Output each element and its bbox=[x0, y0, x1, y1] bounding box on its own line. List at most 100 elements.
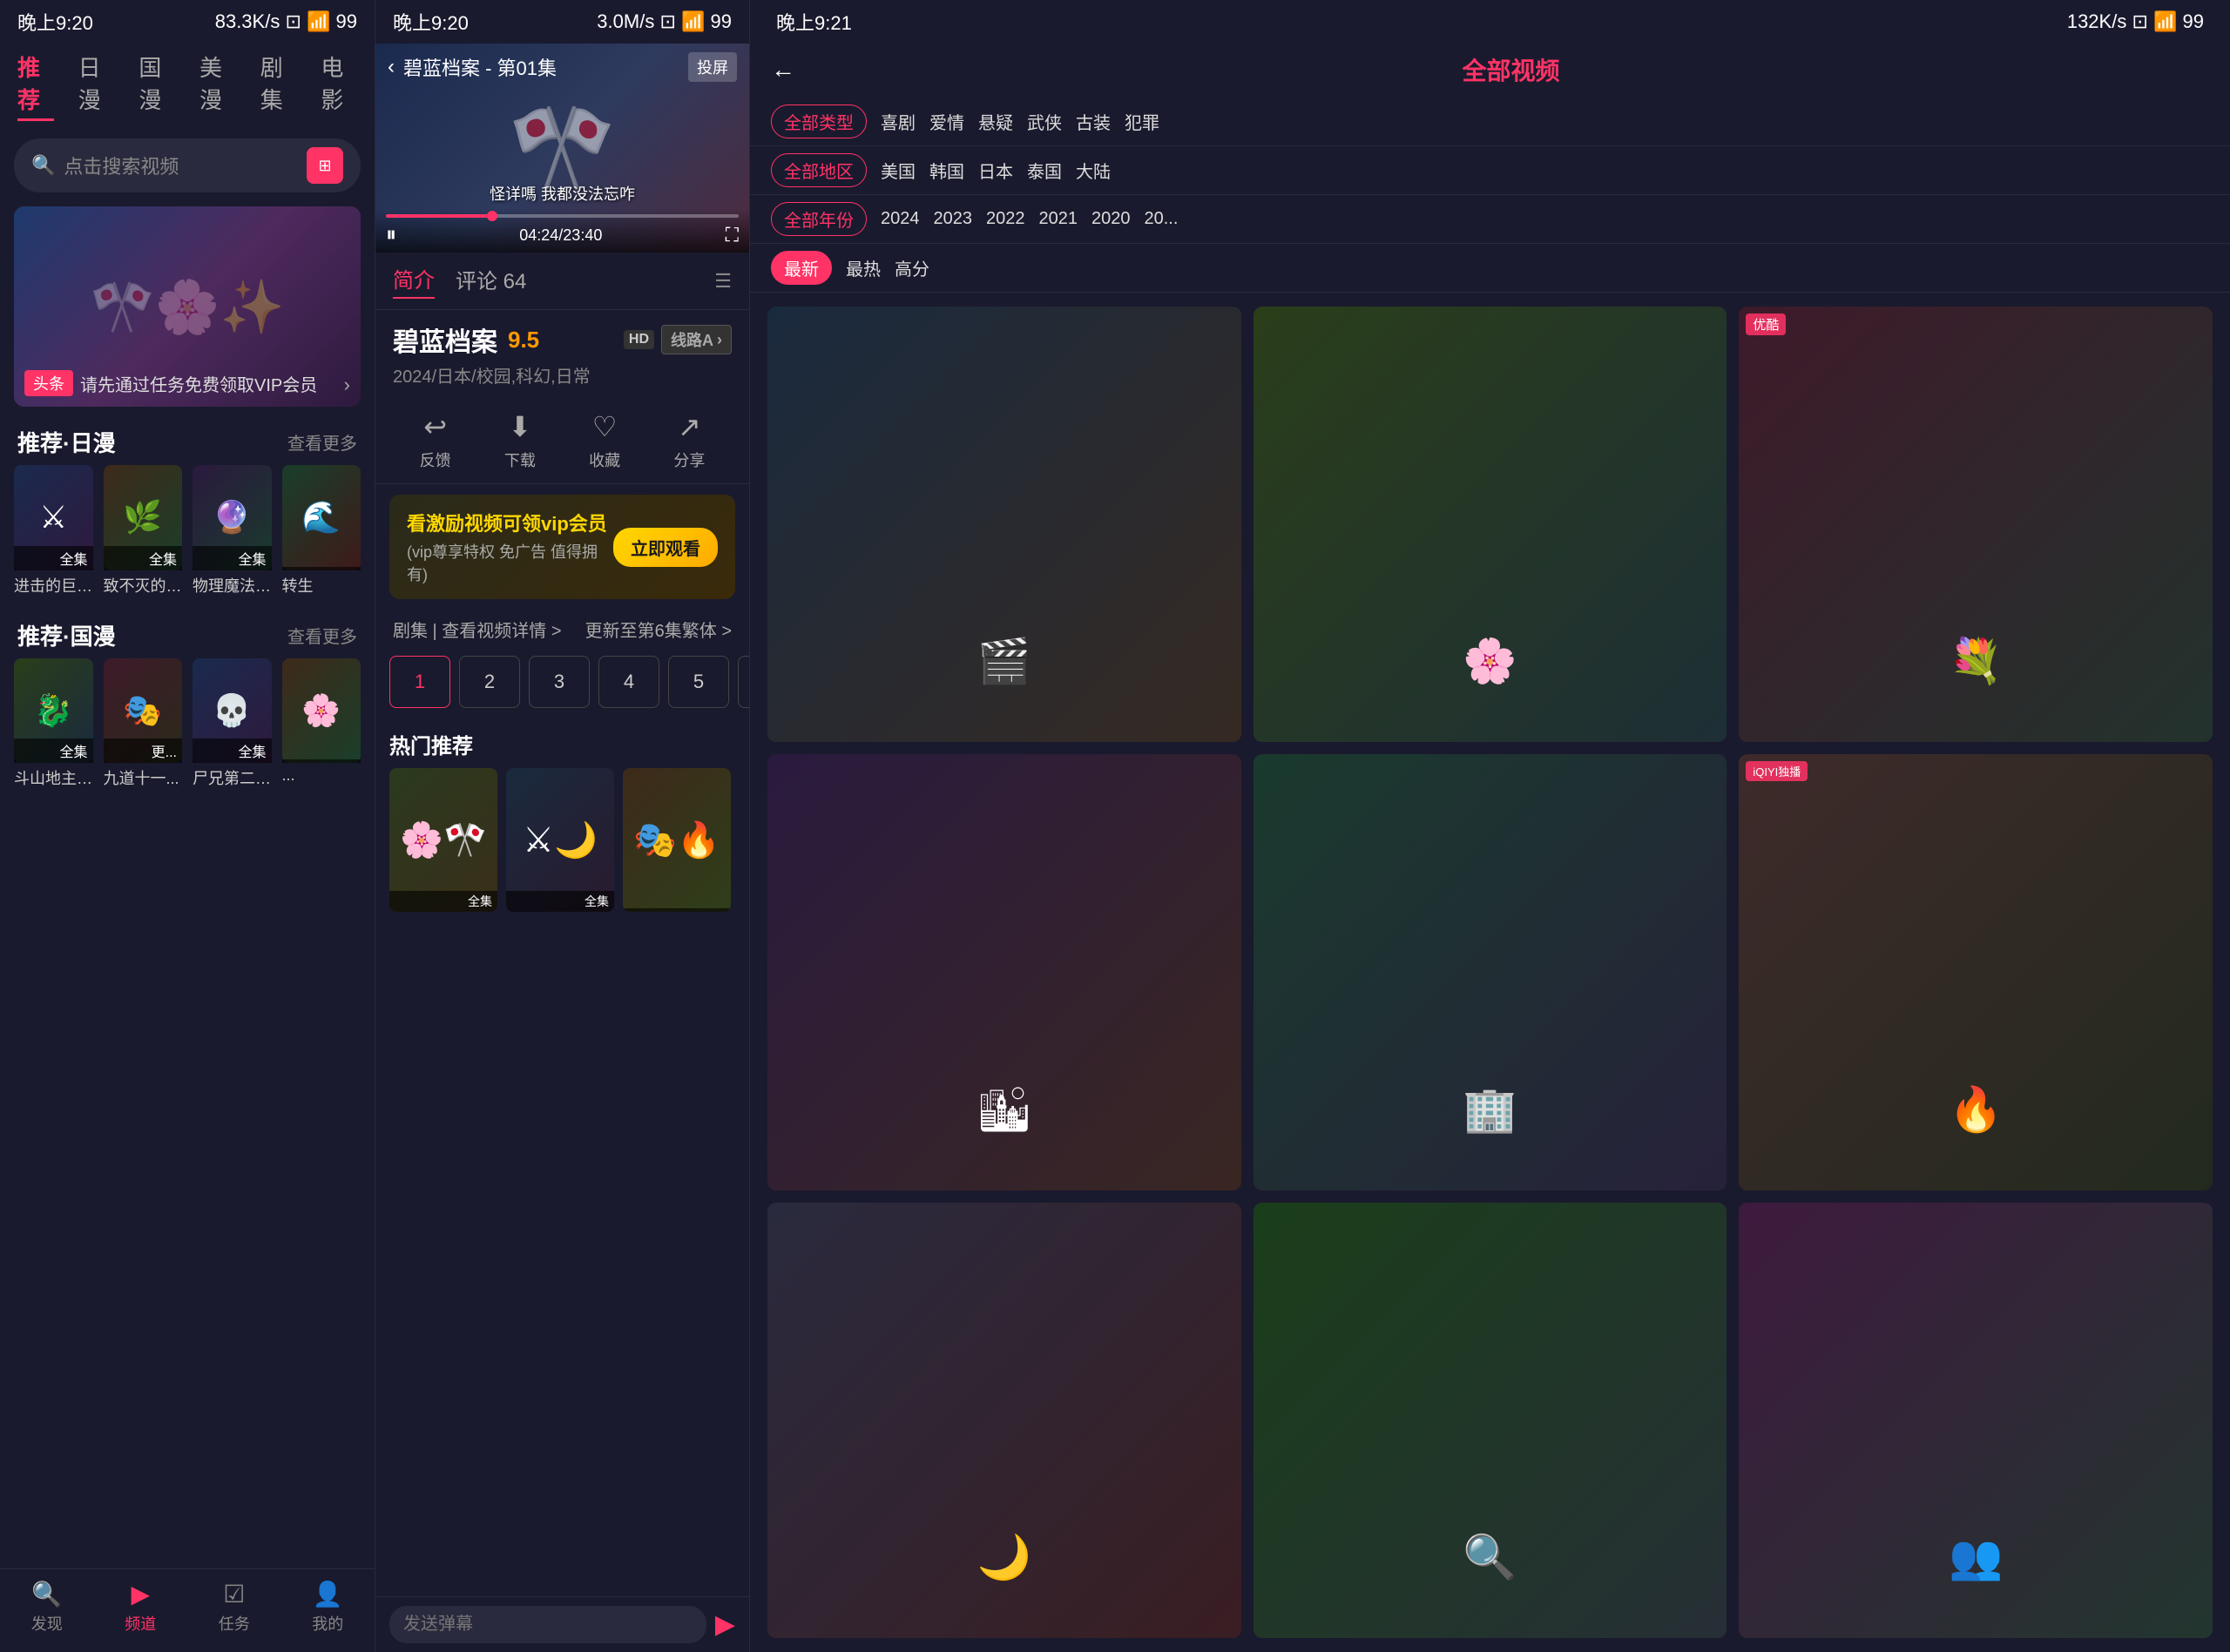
action-collect[interactable]: ♡ 收藏 bbox=[589, 410, 620, 471]
filter-genre-mystery[interactable]: 悬疑 bbox=[978, 109, 1013, 134]
video-player[interactable]: 🎌 ‹ 碧蓝档案 - 第01集 投屏 怪详嗎 我都没法忘咋 ⏸ 04:24/23… bbox=[375, 44, 749, 253]
video-card-6[interactable]: 🌙 全集 又见逍遥 bbox=[767, 1203, 1241, 1638]
scan-button[interactable]: ⊞ bbox=[307, 147, 343, 184]
guoman-card-3[interactable]: 🌸 ... bbox=[282, 658, 362, 790]
nav-channel[interactable]: ▶ 频道 bbox=[125, 1580, 156, 1635]
video-card-4[interactable]: 🏢 全集 城中之城 bbox=[1254, 754, 1727, 1190]
ep-button-5[interactable]: 5 bbox=[668, 656, 729, 708]
video-card-1[interactable]: 🌸 与凤行 bbox=[1254, 307, 1727, 742]
guoman-card-2[interactable]: 💀全集 尸兄第二季我叫小正 bbox=[193, 658, 272, 790]
filter-genre-comedy[interactable]: 喜剧 bbox=[881, 109, 916, 134]
filter-region-th[interactable]: 泰国 bbox=[1027, 158, 1062, 183]
tab-intro[interactable]: 简介 bbox=[393, 263, 435, 299]
tab-riman[interactable]: 日漫 bbox=[78, 51, 115, 121]
filter-sort-badge[interactable]: 最新 bbox=[771, 251, 832, 285]
video-card-8[interactable]: 👥 全集 冯宝宝与张楚岚 bbox=[1739, 1203, 2213, 1638]
filter-genre-costume[interactable]: 古装 bbox=[1076, 109, 1111, 134]
guoman-list: 🐉全集 斗山地主踊... 🎭更... 九道十一... 💀全集 尸兄第二季我叫小正… bbox=[0, 658, 375, 800]
danmaku-input[interactable] bbox=[389, 1606, 706, 1643]
hot-card-1[interactable]: ⚔🌙 全集 bbox=[506, 768, 614, 912]
guoman-card-0[interactable]: 🐉全集 斗山地主踊... bbox=[14, 658, 93, 790]
filter-year-more[interactable]: 20... bbox=[1145, 209, 1179, 229]
section-header-guoman: 推荐·国漫 查看更多 bbox=[0, 607, 375, 658]
filter-sort-hot[interactable]: 最热 bbox=[846, 255, 881, 280]
progress-bar[interactable] bbox=[386, 214, 739, 218]
tab-guoman[interactable]: 国漫 bbox=[139, 51, 175, 121]
ep-button-4[interactable]: 4 bbox=[598, 656, 659, 708]
video-card-0[interactable]: 🎬 更新至第5集 庆余年 第二季 bbox=[767, 307, 1241, 742]
ep-button-2[interactable]: 2 bbox=[459, 656, 520, 708]
filter-genre-crime[interactable]: 犯罪 bbox=[1125, 109, 1159, 134]
filter-genre-wuxia[interactable]: 武侠 bbox=[1027, 109, 1062, 134]
guoman-card-1[interactable]: 🎭更... 九道十一... bbox=[104, 658, 183, 790]
filter-region-us[interactable]: 美国 bbox=[881, 158, 916, 183]
collect-icon: ♡ bbox=[592, 410, 618, 443]
filter-year-2024[interactable]: 2024 bbox=[881, 209, 920, 229]
hero-banner[interactable]: 🎌🌸✨ 头条 请先通过任务免费领取VIP会员 › bbox=[14, 206, 361, 407]
filter-genre-badge[interactable]: 全部类型 bbox=[771, 105, 867, 138]
route-badge[interactable]: 线路A › bbox=[661, 325, 732, 354]
anime-card-1[interactable]: 🌿全集 致不灭的你第... bbox=[104, 465, 183, 597]
filter-year-badge[interactable]: 全部年份 bbox=[771, 202, 867, 236]
filter-year-2021[interactable]: 2021 bbox=[1039, 209, 1078, 229]
filter-region-badge[interactable]: 全部地区 bbox=[771, 153, 867, 187]
channel-icon: ▶ bbox=[131, 1580, 150, 1608]
hot-card-0[interactable]: 🌸🎌 全集 bbox=[389, 768, 497, 912]
left-speed-info: 83.3K/s ⊡ 📶 99 bbox=[215, 10, 357, 33]
left-time: 晚上9:20 bbox=[17, 8, 93, 36]
ep-button-1[interactable]: 1 bbox=[389, 656, 450, 708]
video-card-7[interactable]: 🔍 全集 难寻 bbox=[1254, 1203, 1727, 1638]
video-card-3[interactable]: 🏙 全集 追风者 bbox=[767, 754, 1241, 1190]
search-bar[interactable]: 🔍 点击搜索视频 ⊞ bbox=[14, 138, 361, 192]
tab-drama[interactable]: 剧集 bbox=[260, 51, 297, 121]
anime-route[interactable]: HD 线路A › bbox=[624, 325, 732, 354]
cast-button[interactable]: 投屏 bbox=[688, 52, 737, 82]
hot-badge-0: 全集 bbox=[389, 891, 497, 912]
video-card-5[interactable]: 🔥 iQIYI独播 全集 烈焰 bbox=[1739, 754, 2213, 1190]
download-icon: ⬇ bbox=[508, 410, 531, 443]
mine-label: 我的 bbox=[312, 1612, 343, 1635]
hot-card-2[interactable]: 🎭🔥 bbox=[623, 768, 731, 912]
section-more-riman[interactable]: 查看更多 bbox=[287, 429, 357, 455]
filter-year-2023[interactable]: 2023 bbox=[934, 209, 973, 229]
filter-sort-score[interactable]: 高分 bbox=[895, 255, 929, 280]
episode-right-text[interactable]: 更新至第6集繁体 > bbox=[585, 617, 732, 642]
danmaku-send-button[interactable]: ▶ bbox=[715, 1609, 735, 1640]
filter-region-cn[interactable]: 大陆 bbox=[1076, 158, 1111, 183]
action-download[interactable]: ⬇ 下载 bbox=[504, 410, 536, 471]
right-back-button[interactable]: ← bbox=[771, 56, 795, 84]
vip-watch-button[interactable]: 立即观看 bbox=[613, 528, 718, 567]
nav-discover[interactable]: 🔍 发现 bbox=[31, 1580, 63, 1635]
ep-button-6[interactable]: 6 bbox=[738, 656, 749, 708]
tab-meiman[interactable]: 美漫 bbox=[199, 51, 236, 121]
video-back-button[interactable]: ‹ bbox=[388, 55, 395, 79]
filter-genre-romance[interactable]: 爱情 bbox=[929, 109, 964, 134]
ep-button-3[interactable]: 3 bbox=[529, 656, 590, 708]
anime-card-2[interactable]: 🔮全集 物理魔法使马修 bbox=[193, 465, 272, 597]
fullscreen-button[interactable]: ⛶ bbox=[726, 224, 739, 246]
filter-region-jp[interactable]: 日本 bbox=[978, 158, 1013, 183]
video-card-2[interactable]: 💐 优酷 全集 惜花芷 bbox=[1739, 307, 2213, 742]
section-more-guoman[interactable]: 查看更多 bbox=[287, 623, 357, 648]
filter-year-2020[interactable]: 2020 bbox=[1091, 209, 1131, 229]
episode-left-text[interactable]: 剧集 | 查看视频详情 > bbox=[393, 617, 562, 642]
anime-info: 碧蓝档案 9.5 HD 线路A › 2024/日本/校园,科幻,日常 bbox=[375, 310, 749, 398]
menu-icon[interactable]: ☰ bbox=[714, 270, 732, 293]
tab-recommend[interactable]: 推荐 bbox=[17, 51, 54, 121]
hot-thumb-2: 🎭🔥 bbox=[623, 768, 731, 912]
action-share[interactable]: ↗ 分享 bbox=[673, 410, 705, 471]
nav-mine[interactable]: 👤 我的 bbox=[312, 1580, 343, 1635]
nav-task[interactable]: ☑ 任务 bbox=[219, 1580, 250, 1635]
riman-list: ⚔全集 进击的巨人第... 🌿全集 致不灭的你第... 🔮全集 物理魔法使马修 … bbox=[0, 465, 375, 607]
anime-card-3[interactable]: 🌊 转生 bbox=[282, 465, 362, 597]
anime-card-0[interactable]: ⚔全集 进击的巨人第... bbox=[14, 465, 93, 597]
anime-thumb-3: 🌊 bbox=[282, 465, 362, 570]
action-feedback[interactable]: ↩ 反馈 bbox=[420, 410, 451, 471]
filter-region-kr[interactable]: 韩国 bbox=[929, 158, 964, 183]
guoman-thumb-1: 🎭更... bbox=[104, 658, 183, 764]
pause-button[interactable]: ⏸ bbox=[386, 223, 396, 247]
filter-row-year: 全部年份 2024 2023 2022 2021 2020 20... bbox=[750, 195, 2230, 244]
tab-movie[interactable]: 电影 bbox=[321, 51, 357, 121]
tab-comments[interactable]: 评论 64 bbox=[456, 264, 526, 298]
filter-year-2022[interactable]: 2022 bbox=[986, 209, 1025, 229]
